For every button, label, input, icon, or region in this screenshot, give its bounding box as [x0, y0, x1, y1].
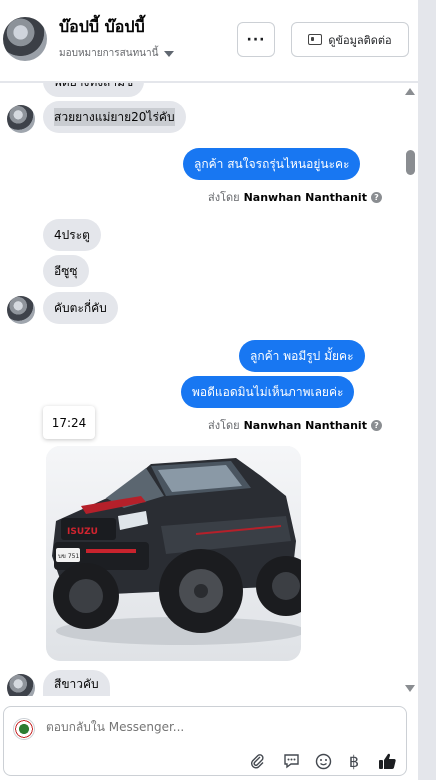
message-incoming: 4ประตู — [43, 219, 101, 251]
info-icon[interactable]: ? — [370, 419, 382, 431]
page-avatar — [13, 718, 35, 740]
baht-icon[interactable]: ฿ — [344, 751, 364, 771]
thumbs-up-icon[interactable] — [377, 751, 397, 771]
contact-card-icon — [308, 34, 323, 45]
info-icon[interactable]: ? — [370, 191, 382, 203]
message-outgoing: ลูกค้า พอมีรูป มั้ยคะ — [239, 340, 365, 372]
message-incoming: อีซูซุ — [43, 255, 89, 287]
message-text: อีซูซุ — [54, 264, 78, 278]
contact-name[interactable]: บ๊อปบี้ บ๊อปบี้ — [59, 15, 145, 40]
more-options-button[interactable]: ··· — [237, 22, 275, 57]
sent-by-label: ส่งโดย Nanwhan Nanthanit ? — [208, 188, 382, 206]
message-incoming: คับตะกี่คับ — [43, 292, 118, 324]
scroll-up-arrow-icon[interactable] — [405, 88, 415, 95]
avatar[interactable] — [3, 17, 47, 61]
sent-by-label: ส่งโดย Nanwhan Nanthanit ? — [208, 416, 382, 434]
sent-by-name: Nanwhan Nanthanit — [243, 190, 367, 204]
assign-conversation-dropdown[interactable]: มอบหมายการสนทนานี้ — [59, 46, 175, 61]
chat-bubble-icon[interactable] — [281, 751, 301, 771]
window-edge — [418, 0, 436, 780]
smiley-icon[interactable] — [313, 751, 333, 771]
reply-input[interactable] — [46, 720, 386, 734]
message-text: สีขาวคับ — [54, 677, 99, 691]
reply-composer: ฿ — [3, 706, 407, 776]
sent-by-prefix: ส่งโดย — [208, 419, 240, 432]
caret-down-icon — [164, 50, 175, 57]
conversation-header: บ๊อปบี้ บ๊อปบี้ มอบหมายการสนทนานี้ ··· ด… — [0, 0, 418, 82]
message-text: ลูกค้า พอมีรูป มั้ยคะ — [250, 349, 354, 363]
message-text: 4ประตู — [54, 228, 90, 242]
view-contact-button[interactable]: ดูข้อมูลติดต่อ — [291, 22, 409, 57]
license-plate: บข 7511 — [58, 553, 83, 560]
divider — [0, 82, 418, 83]
paperclip-icon[interactable] — [247, 751, 267, 771]
view-contact-label: ดูข้อมูลติดต่อ — [328, 33, 392, 47]
assign-label: มอบหมายการสนทนานี้ — [59, 48, 159, 59]
svg-text:ISUZU: ISUZU — [67, 527, 98, 537]
truck-image: ISUZU บข 7511 — [46, 446, 301, 661]
message-incoming: สวยยางแม่ยาย20ไร่คับ — [43, 101, 186, 133]
messenger-conversation: บ๊อปบี้ บ๊อปบี้ มอบหมายการสนทนานี้ ··· ด… — [0, 0, 436, 780]
sent-by-prefix: ส่งโดย — [208, 191, 240, 204]
message-text: คับตะกี่คับ — [54, 301, 107, 315]
message-text: พอดีแอดมินไม่เห็นภาพเลยค่ะ — [192, 385, 344, 399]
message-text: ลูกค้า สนใจรถรุ่นไหนอยู่นะคะ — [194, 157, 350, 171]
message-incoming: สีขาวคับ — [43, 670, 110, 696]
message-outgoing: พอดีแอดมินไม่เห็นภาพเลยค่ะ — [181, 376, 355, 408]
sender-avatar[interactable] — [7, 105, 35, 133]
message-outgoing: ลูกค้า สนใจรถรุ่นไหนอยู่นะคะ — [183, 148, 361, 180]
timestamp-tooltip: 17:24 — [43, 406, 95, 439]
scroll-down-arrow-icon[interactable] — [405, 685, 415, 692]
sent-by-name: Nanwhan Nanthanit — [243, 418, 367, 432]
message-text: สวยยางแม่ยาย20ไร่คับ — [54, 108, 175, 126]
scrollbar-thumb[interactable] — [406, 150, 415, 175]
sender-avatar[interactable] — [7, 296, 35, 324]
shared-photo-truck[interactable]: ISUZU บข 7511 — [46, 446, 301, 661]
